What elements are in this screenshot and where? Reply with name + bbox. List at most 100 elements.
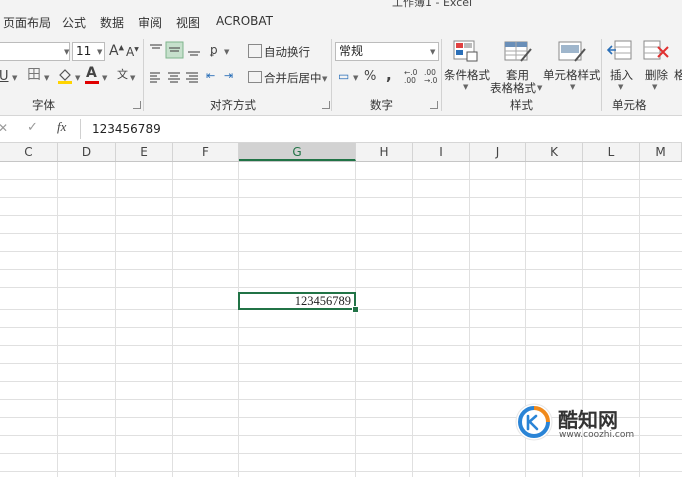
decrease-indent-icon[interactable]: ⇤ xyxy=(206,70,215,81)
watermark-brand: 酷知网 xyxy=(558,408,618,432)
tab-formulas[interactable]: 公式 xyxy=(62,14,86,31)
grid-line xyxy=(0,345,682,346)
conditional-formatting-button[interactable]: 条件格式 xyxy=(444,67,490,83)
cancel-icon[interactable]: ✕ xyxy=(0,122,8,134)
chevron-down-icon: ▼ xyxy=(44,74,50,82)
group-divider xyxy=(601,39,602,111)
format-as-table-button[interactable]: 表格格式 xyxy=(490,80,536,96)
column-header-j[interactable]: J xyxy=(470,143,526,161)
coozhi-logo-icon xyxy=(515,403,553,441)
column-header-m[interactable]: M xyxy=(640,143,682,161)
fill-handle[interactable] xyxy=(352,306,359,313)
format-cells-button[interactable]: 格 xyxy=(674,67,682,83)
percent-button[interactable]: % xyxy=(364,70,376,83)
tab-data[interactable]: 数据 xyxy=(100,14,124,31)
font-dialog-launcher[interactable] xyxy=(133,101,141,109)
column-header-g[interactable]: G xyxy=(239,143,356,161)
tab-review[interactable]: 审阅 xyxy=(138,14,162,31)
grow-font-button[interactable]: A▲ xyxy=(109,44,124,58)
chevron-down-icon: ▼ xyxy=(322,75,328,83)
grid-line xyxy=(57,162,58,477)
window-title: 工作簿1 - Excel xyxy=(392,0,473,8)
wrap-text-button[interactable]: 自动换行 xyxy=(264,44,310,60)
tab-view[interactable]: 视图 xyxy=(176,14,200,31)
column-header-l[interactable]: L xyxy=(583,143,640,161)
grid-line xyxy=(0,179,682,180)
insert-button[interactable]: 插入 xyxy=(610,67,633,83)
ribbon-tabs: 页面布局 公式 数据 审阅 视图 ACROBAT xyxy=(0,8,682,35)
column-header-f[interactable]: F xyxy=(173,143,239,161)
chevron-down-icon: ▼ xyxy=(463,83,469,91)
grid-line xyxy=(0,471,682,472)
wrap-text-icon xyxy=(248,44,262,58)
grid-line xyxy=(0,269,682,270)
grid-line xyxy=(0,287,682,288)
delete-cells-icon xyxy=(642,39,670,63)
underline-button[interactable]: U xyxy=(0,70,9,83)
title-bar: 工作簿1 - Excel xyxy=(0,0,682,8)
grid-line xyxy=(0,363,682,364)
styles-group-label: 样式 xyxy=(510,98,533,112)
formula-bar: ✕ ✓ fx 123456789 xyxy=(0,116,682,143)
font-color-button[interactable]: A xyxy=(85,66,99,85)
number-dialog-launcher[interactable] xyxy=(430,101,438,109)
comma-style-button[interactable]: , xyxy=(386,68,392,83)
active-cell[interactable]: 123456789 xyxy=(238,292,356,310)
chevron-down-icon: ▼ xyxy=(537,84,543,92)
grid-line xyxy=(115,162,116,477)
conditional-formatting-icon xyxy=(452,39,480,63)
grid-line xyxy=(412,162,413,477)
merge-center-button[interactable]: 合并后居中 xyxy=(264,70,322,86)
cells-group-label: 单元格 xyxy=(612,98,647,112)
border-icon[interactable]: 田 xyxy=(27,68,41,82)
horizontal-align-buttons xyxy=(148,70,200,84)
insert-cells-icon xyxy=(606,39,635,63)
column-header-h[interactable]: H xyxy=(356,143,413,161)
increase-decimal-button[interactable]: ←.0 .00 xyxy=(404,69,424,85)
formula-input[interactable]: 123456789 xyxy=(92,122,161,136)
number-format-value: 常规 xyxy=(339,44,364,58)
chevron-down-icon: ▼ xyxy=(130,74,136,82)
font-name-box[interactable] xyxy=(0,42,70,61)
number-format-select[interactable]: 常规 xyxy=(335,42,439,61)
grid-line xyxy=(238,162,239,477)
number-group-label: 数字 xyxy=(370,98,393,112)
watermark-url: www.coozhi.com xyxy=(559,430,635,440)
merge-center-icon xyxy=(248,71,262,83)
chevron-down-icon: ▼ xyxy=(618,83,624,91)
column-header-i[interactable]: I xyxy=(413,143,470,161)
chevron-down-icon: ▼ xyxy=(224,48,230,56)
column-header-e[interactable]: E xyxy=(116,143,173,161)
orientation-icon[interactable]: ꝑ xyxy=(210,44,218,56)
cell-styles-button[interactable]: 单元格样式 xyxy=(543,67,601,83)
vertical-align-buttons xyxy=(148,41,204,59)
fill-color-button[interactable] xyxy=(57,67,73,85)
tab-acrobat[interactable]: ACROBAT xyxy=(216,14,273,28)
column-header-c[interactable]: C xyxy=(0,143,58,161)
alignment-dialog-launcher[interactable] xyxy=(322,101,330,109)
chevron-down-icon: ▼ xyxy=(652,83,658,91)
alignment-group-label: 对齐方式 xyxy=(210,98,256,112)
cell-styles-icon xyxy=(557,39,587,65)
watermark: 酷知网 www.coozhi.com xyxy=(506,394,672,454)
chevron-down-icon: ▼ xyxy=(64,48,70,56)
column-header-d[interactable]: D xyxy=(58,143,116,161)
grid-line xyxy=(172,162,173,477)
accounting-format-icon[interactable]: ▭ xyxy=(338,70,349,82)
chevron-down-icon: ▼ xyxy=(97,48,103,56)
group-divider xyxy=(143,39,144,111)
column-header-k[interactable]: K xyxy=(526,143,583,161)
grid-line xyxy=(0,233,682,234)
grid-line xyxy=(0,215,682,216)
insert-function-button[interactable]: fx xyxy=(57,120,66,133)
grid-line xyxy=(469,162,470,477)
delete-button[interactable]: 删除 xyxy=(645,67,668,83)
increase-indent-icon[interactable]: ⇥ xyxy=(224,70,233,81)
phonetic-guide-button[interactable]: 文 xyxy=(117,69,128,80)
tab-page-layout[interactable]: 页面布局 xyxy=(3,14,51,31)
shrink-font-button[interactable]: A▼ xyxy=(126,46,139,58)
column-headers: C D E F G H I J K L M xyxy=(0,143,682,162)
enter-icon[interactable]: ✓ xyxy=(27,121,38,134)
chevron-down-icon: ▼ xyxy=(353,74,359,82)
chevron-down-icon: ▼ xyxy=(430,48,436,56)
